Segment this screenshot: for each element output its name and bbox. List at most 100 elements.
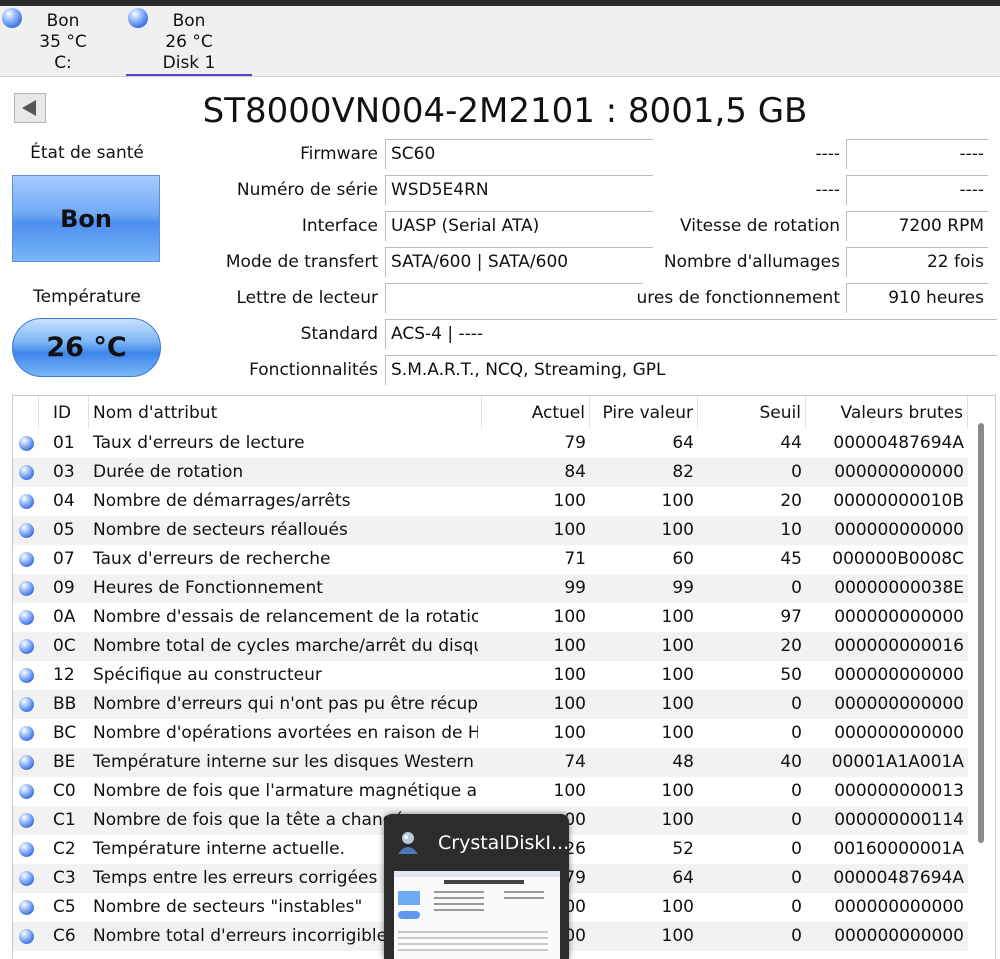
cell-worst: 52	[672, 839, 694, 859]
cell-worst: 100	[661, 781, 694, 801]
right-field-value-1: ----	[846, 139, 988, 169]
standard-value: ACS-4 | ----	[385, 319, 997, 349]
cell-name: Nombre de secteurs réalloués	[93, 520, 348, 540]
firmware-value: SC60	[385, 139, 653, 169]
cell-threshold: 97	[780, 607, 802, 627]
power-on-count-label: Nombre d'allumages	[663, 252, 840, 272]
firmware-label: Firmware	[300, 144, 378, 164]
cell-current: 74	[564, 752, 586, 772]
disk-tab-disk1[interactable]: Bon 26 °C Disk 1	[126, 6, 252, 76]
cell-threshold: 0	[791, 810, 802, 830]
features-label: Fonctionnalités	[249, 360, 378, 380]
drive-letter-value	[385, 283, 643, 313]
cell-name: Nombre d'opérations avortées en raison d…	[93, 723, 478, 743]
table-scrollbar[interactable]	[978, 423, 984, 843]
status-dot-icon	[19, 697, 34, 712]
cell-threshold: 44	[780, 433, 802, 453]
serial-value: WSD5E4RN	[385, 175, 653, 205]
disk-tab-name: Disk 1	[162, 53, 216, 73]
cell-threshold: 0	[791, 462, 802, 482]
cell-name: Taux d'erreurs de recherche	[93, 549, 331, 569]
right-field-label-1: ----	[815, 144, 840, 164]
table-row[interactable]: 0C Nombre total de cycles marche/arrêt du…	[13, 632, 968, 661]
crystaldiskinfo-app-icon	[398, 832, 418, 854]
cell-id: 01	[53, 433, 75, 453]
drive-letter-label: Lettre de lecteur	[236, 288, 378, 308]
cell-id: 12	[53, 665, 75, 685]
disk-tab-temp: 26 °C	[165, 32, 213, 52]
cell-raw: 00001A1A001A	[831, 752, 964, 772]
cell-raw: 000000000000	[834, 607, 964, 627]
table-row[interactable]: 01 Taux d'erreurs de lecture 79 64 44 0000048…	[13, 429, 968, 458]
cell-id: BE	[53, 752, 76, 772]
cell-worst: 100	[661, 665, 694, 685]
table-row[interactable]: 03 Durée de rotation 84 82 0 000000000000	[13, 458, 968, 487]
header-raw[interactable]: Valeurs brutes	[806, 396, 968, 428]
cell-id: 09	[53, 578, 75, 598]
cell-worst: 48	[672, 752, 694, 772]
cell-threshold: 0	[791, 578, 802, 598]
features-value: S.M.A.R.T., NCQ, Streaming, GPL	[385, 355, 997, 385]
cell-name: Nombre d'erreurs qui n'ont pas pu être r…	[93, 694, 478, 714]
header-threshold[interactable]: Seuil	[698, 396, 806, 428]
cell-worst: 100	[661, 694, 694, 714]
status-dot-icon	[19, 726, 34, 741]
table-row[interactable]: 0A Nombre d'essais de relancement de la r…	[13, 603, 968, 632]
cell-raw: 000000000114	[834, 810, 964, 830]
table-row[interactable]: 04 Nombre de démarrages/arrêts 100 100 20 000…	[13, 487, 968, 516]
disk-tab-temp: 35 °C	[39, 32, 87, 52]
cell-raw: 000000000000	[834, 520, 964, 540]
taskbar-thumbnail-preview[interactable]: CrystalDiskI...	[384, 814, 569, 959]
table-row[interactable]: BC Nombre d'opérations avortées en raison…	[13, 719, 968, 748]
header-current[interactable]: Actuel	[482, 396, 590, 428]
cell-threshold: 20	[780, 636, 802, 656]
cell-id: C5	[53, 897, 76, 917]
header-name[interactable]: Nom d'attribut	[89, 396, 482, 428]
disk-tab-c[interactable]: Bon 35 °C C:	[0, 6, 126, 76]
cell-raw: 000000000000	[834, 694, 964, 714]
cell-worst: 100	[661, 636, 694, 656]
cell-threshold: 0	[791, 723, 802, 743]
cell-worst: 100	[661, 926, 694, 946]
cell-worst: 60	[672, 549, 694, 569]
header-worst[interactable]: Pire valeur	[590, 396, 698, 428]
cell-worst: 100	[661, 810, 694, 830]
cell-current: 100	[553, 694, 586, 714]
power-on-count-value: 22 fois	[846, 247, 988, 277]
cell-current: 100	[553, 665, 586, 685]
table-row[interactable]: 12 Spécifique au constructeur 100 100 50 0000…	[13, 661, 968, 690]
cell-raw: 000000000000	[834, 723, 964, 743]
cell-id: C1	[53, 810, 76, 830]
status-dot-icon	[19, 494, 34, 509]
cell-threshold: 0	[791, 694, 802, 714]
status-dot-icon	[19, 465, 34, 480]
status-dot-icon	[19, 755, 34, 770]
cell-name: Nombre de démarrages/arrêts	[93, 491, 351, 511]
health-status-icon	[2, 8, 22, 28]
header-id[interactable]: ID	[39, 396, 89, 428]
cell-worst: 82	[672, 462, 694, 482]
cell-id: BB	[53, 694, 77, 714]
table-row[interactable]: BE Température interne sur les disques We…	[13, 748, 968, 777]
cell-id: 0C	[53, 636, 76, 656]
status-dot-icon	[19, 842, 34, 857]
cell-current: 84	[564, 462, 586, 482]
previous-disk-button[interactable]	[14, 93, 46, 123]
cell-id: C2	[53, 839, 76, 859]
cell-raw: 000000000000	[834, 897, 964, 917]
cell-threshold: 20	[780, 491, 802, 511]
cell-raw: 000000000000	[834, 665, 964, 685]
cell-threshold: 0	[791, 897, 802, 917]
table-row[interactable]: 07 Taux d'erreurs de recherche 71 60 45 00000…	[13, 545, 968, 574]
cell-current: 99	[564, 578, 586, 598]
table-row[interactable]: 09 Heures de Fonctionnement 99 99 0 000000000…	[13, 574, 968, 603]
status-dot-icon	[19, 900, 34, 915]
status-dot-icon	[19, 436, 34, 451]
cell-raw: 00160000001A	[833, 839, 964, 859]
cell-raw: 000000000013	[834, 781, 964, 801]
table-row[interactable]: BB Nombre d'erreurs qui n'ont pas pu être…	[13, 690, 968, 719]
cell-raw: 000000000000	[834, 462, 964, 482]
table-row[interactable]: 05 Nombre de secteurs réalloués 100 100 10 00…	[13, 516, 968, 545]
cell-threshold: 40	[780, 752, 802, 772]
table-row[interactable]: C0 Nombre de fois que l'armature magnétiq…	[13, 777, 968, 806]
